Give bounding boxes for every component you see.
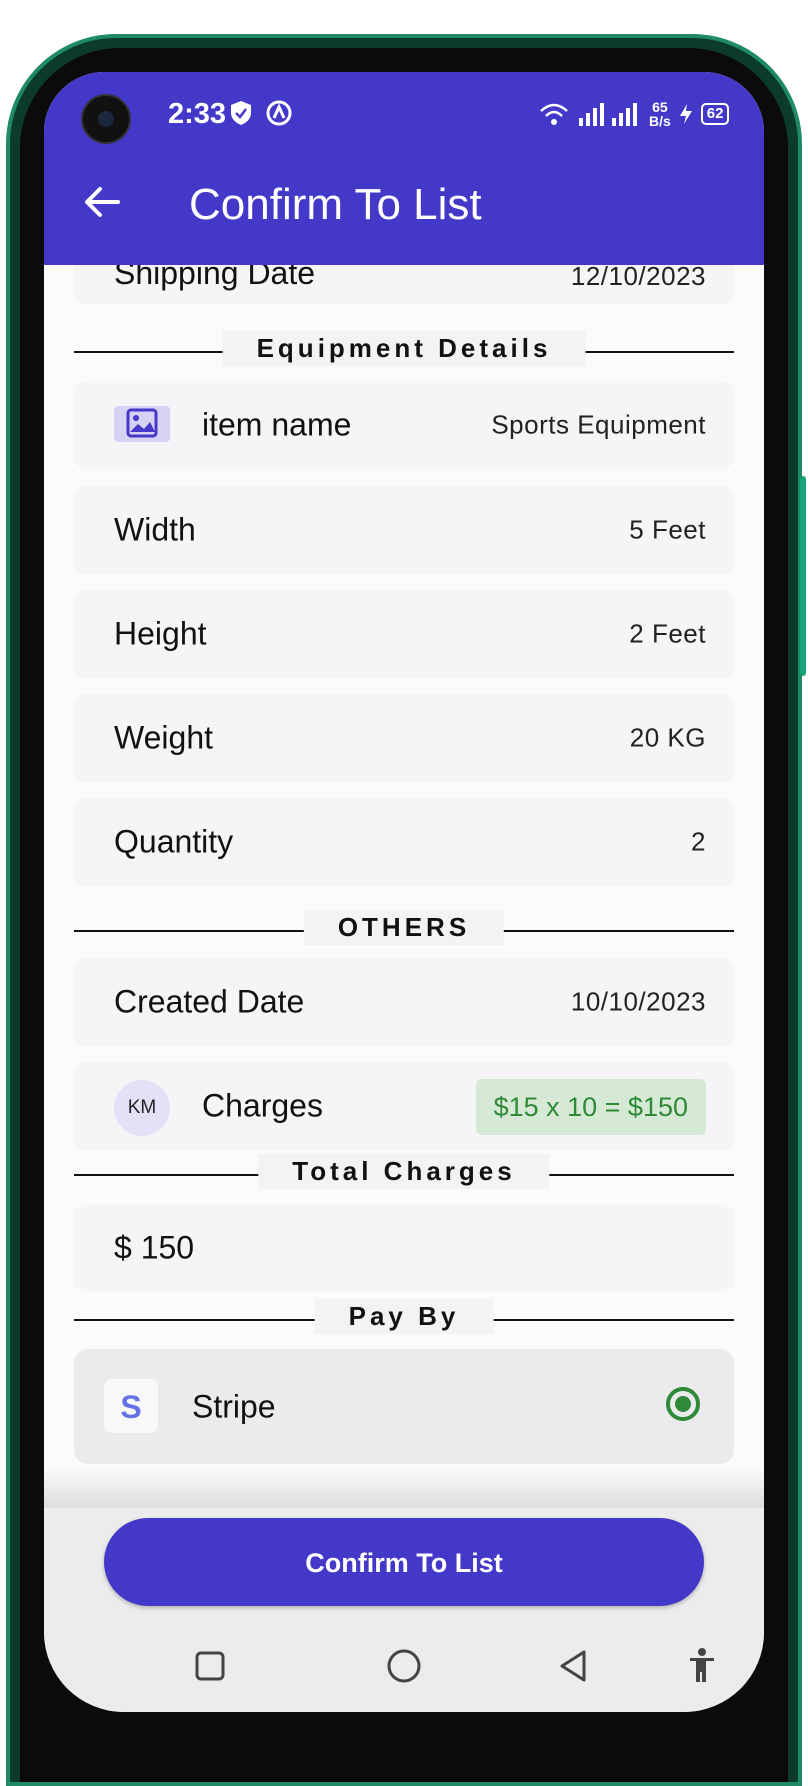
triangle-back-nav-icon[interactable] (554, 1646, 594, 1686)
width-value: 5 Feet (629, 514, 706, 545)
app-bar: 2:33 65 B/s 62 Confirm To List (44, 72, 764, 265)
item-name-label: item name (202, 406, 352, 443)
square-nav-icon[interactable] (190, 1646, 230, 1686)
net-speed-value: 65 (652, 99, 668, 115)
payment-option-stripe[interactable]: S Stripe (74, 1349, 734, 1464)
radio-selected-icon[interactable] (666, 1387, 700, 1421)
weight-label: Weight (114, 719, 214, 756)
charges-label: Charges (202, 1087, 323, 1124)
screen: Shipping Date 12/10/2023 Equipment Detai… (44, 72, 764, 1712)
height-value: 2 Feet (629, 618, 706, 649)
payment-method-label: Stripe (192, 1388, 276, 1424)
phone-chin (44, 1712, 764, 1752)
net-speed-unit: B/s (649, 113, 671, 129)
quantity-card: Quantity 2 (74, 798, 734, 886)
total-charges-value: $ 150 (114, 1229, 195, 1266)
image-icon (114, 406, 170, 442)
quantity-value: 2 (691, 826, 706, 857)
item-name-value: Sports Equipment (491, 409, 706, 440)
status-time: 2:33 (168, 98, 227, 130)
item-name-card: item name Sports Equipment (74, 381, 734, 469)
accessibility-icon[interactable] (682, 1646, 722, 1686)
section-equipment-details: Equipment Details (74, 331, 734, 371)
section-title: Total Charges (258, 1154, 550, 1189)
circle-nav-icon[interactable] (384, 1646, 424, 1686)
shield-icon (231, 100, 292, 126)
system-navigation-bar (44, 1626, 764, 1712)
weight-card: Weight 20 KG (74, 694, 734, 782)
status-right-icons: 65 B/s 62 (539, 100, 730, 128)
stripe-icon: S (104, 1379, 158, 1433)
weight-value: 20 KG (629, 722, 706, 753)
battery-icon: 62 (700, 103, 730, 125)
created-date-card: Created Date 10/10/2023 (74, 958, 734, 1046)
page-title: Confirm To List (189, 180, 482, 229)
shipping-date-value: 12/10/2023 (570, 261, 706, 291)
stripe-logo-letter: S (120, 1389, 141, 1425)
height-label: Height (114, 615, 207, 652)
front-camera (81, 94, 131, 144)
charges-value-badge: $15 x 10 = $150 (475, 1079, 706, 1135)
wifi-icon (540, 103, 568, 125)
height-card: Height 2 Feet (74, 590, 734, 678)
section-total-charges: Total Charges (74, 1154, 734, 1194)
signal-icon (579, 103, 637, 126)
width-label: Width (114, 511, 196, 548)
confirm-to-list-button[interactable]: Confirm To List (104, 1518, 704, 1606)
section-title: Equipment Details (222, 331, 586, 366)
section-title: Pay By (314, 1299, 494, 1334)
total-charges-card: $ 150 (74, 1204, 734, 1292)
back-arrow-icon[interactable] (80, 180, 124, 224)
section-pay-by: Pay By (74, 1299, 734, 1339)
width-card: Width 5 Feet (74, 486, 734, 574)
charges-card: KM Charges $15 x 10 = $150 (74, 1062, 734, 1150)
section-title: OTHERS (303, 910, 505, 945)
bottom-bar: Confirm To List (44, 1508, 764, 1712)
section-others: OTHERS (74, 910, 734, 950)
avatar: KM (114, 1080, 170, 1136)
phone-side-button (800, 476, 806, 676)
status-left-icons (229, 98, 295, 135)
net-speed: 65 B/s (649, 100, 671, 128)
created-date-label: Created Date (114, 983, 305, 1020)
bottom-shadow (44, 1467, 764, 1509)
charging-icon (679, 104, 692, 124)
quantity-label: Quantity (114, 823, 234, 860)
created-date-value: 10/10/2023 (570, 986, 706, 1017)
